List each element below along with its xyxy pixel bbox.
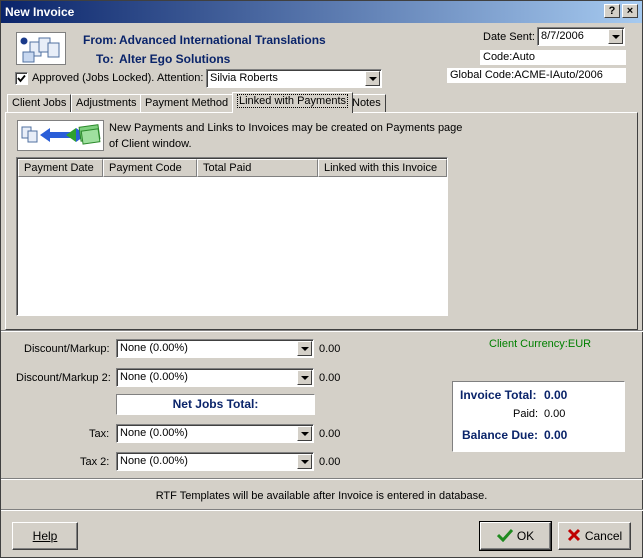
cancel-button-label: Cancel bbox=[584, 529, 623, 543]
close-button[interactable]: × bbox=[622, 4, 638, 18]
tax2-value: None (0.00%) bbox=[120, 455, 188, 467]
attention-select[interactable]: Silvia Roberts bbox=[206, 69, 382, 88]
chevron-down-icon[interactable] bbox=[297, 426, 312, 441]
balance-due-value: 0.00 bbox=[544, 428, 568, 442]
discount2-label: Discount/Markup 2: bbox=[16, 372, 111, 384]
cancel-x-icon bbox=[567, 528, 580, 542]
from-company: Advanced International Translations bbox=[119, 33, 326, 47]
invoice-total-value: 0.00 bbox=[544, 388, 568, 402]
invoice-documents-icon bbox=[16, 32, 66, 65]
ok-check-icon bbox=[496, 528, 513, 543]
divider bbox=[1, 509, 643, 511]
tax-value: None (0.00%) bbox=[120, 427, 188, 439]
help-button[interactable]: Help bbox=[12, 522, 78, 550]
tab-label: Linked with Payments bbox=[237, 94, 348, 108]
approved-checkbox[interactable] bbox=[15, 72, 28, 85]
invoice-window: New Invoice ? × From: Advanced Internati… bbox=[0, 0, 643, 558]
totals-box: Invoice Total: 0.00 Paid: 0.00 Balance D… bbox=[452, 381, 625, 452]
window-title: New Invoice bbox=[5, 5, 75, 19]
checkbox-check-icon bbox=[17, 74, 26, 83]
ok-button-label: OK bbox=[516, 529, 535, 543]
tab-label: Payment Method bbox=[145, 97, 229, 109]
tab-linked-with-payments[interactable]: Linked with Payments bbox=[232, 92, 353, 113]
discount-select[interactable]: None (0.00%) bbox=[116, 339, 314, 358]
paid-label: Paid: bbox=[513, 408, 539, 420]
discount2-amount: 0.00 bbox=[319, 372, 341, 384]
col-payment-code[interactable]: Payment Code bbox=[103, 159, 197, 177]
tab-payment-method[interactable]: Payment Method bbox=[140, 94, 234, 112]
payments-info-line1: New Payments and Links to Invoices may b… bbox=[109, 122, 463, 134]
discount-label: Discount/Markup: bbox=[24, 343, 110, 355]
date-sent-value: 8/7/2006 bbox=[541, 30, 584, 42]
attention-value: Silvia Roberts bbox=[210, 72, 278, 84]
net-jobs-total: Net Jobs Total: bbox=[116, 394, 315, 415]
tab-adjustments[interactable]: Adjustments bbox=[71, 94, 142, 112]
chevron-down-icon[interactable] bbox=[297, 454, 312, 469]
chevron-down-icon[interactable] bbox=[297, 370, 312, 385]
payments-list[interactable]: Payment Date Payment Code Total Paid Lin… bbox=[16, 157, 448, 316]
tax2-amount: 0.00 bbox=[319, 456, 341, 468]
client-currency: Client Currency:EUR bbox=[489, 338, 592, 350]
tab-label: Notes bbox=[352, 97, 381, 109]
col-payment-date[interactable]: Payment Date bbox=[18, 159, 103, 177]
help-title-button[interactable]: ? bbox=[604, 4, 620, 18]
net-jobs-label: Net Jobs Total: bbox=[172, 397, 259, 411]
discount2-select[interactable]: None (0.00%) bbox=[116, 368, 314, 387]
tax-select[interactable]: None (0.00%) bbox=[116, 424, 314, 443]
divider bbox=[1, 478, 643, 480]
col-linked-with-invoice[interactable]: Linked with this Invoice bbox=[318, 159, 447, 177]
from-label: From: bbox=[83, 33, 117, 47]
balance-due-label: Balance Due: bbox=[462, 428, 539, 442]
tax-amount: 0.00 bbox=[319, 428, 341, 440]
approved-label: Approved (Jobs Locked). bbox=[32, 72, 155, 84]
date-sent-label: Date Sent: bbox=[483, 31, 535, 43]
tab-label: Client Jobs bbox=[12, 97, 67, 109]
divider bbox=[1, 330, 643, 332]
rtf-templates-note: RTF Templates will be available after In… bbox=[155, 490, 488, 502]
date-sent-picker[interactable]: 8/7/2006 bbox=[537, 27, 625, 46]
invoice-total-label: Invoice Total: bbox=[460, 388, 537, 402]
discount-amount: 0.00 bbox=[319, 343, 341, 355]
to-label: To: bbox=[96, 52, 114, 66]
cancel-button[interactable]: Cancel bbox=[558, 522, 631, 550]
payment-link-icon bbox=[17, 120, 104, 151]
tax2-select[interactable]: None (0.00%) bbox=[116, 452, 314, 471]
tax-label: Tax: bbox=[89, 428, 110, 440]
discount2-value: None (0.00%) bbox=[120, 371, 188, 383]
help-button-label: Help bbox=[32, 529, 58, 543]
payments-info-line2: of Client window. bbox=[109, 138, 192, 150]
col-total-paid[interactable]: Total Paid bbox=[197, 159, 318, 177]
paid-value: 0.00 bbox=[544, 408, 566, 420]
title-bar[interactable]: New Invoice ? × bbox=[1, 1, 642, 23]
global-code-field[interactable]: Global Code:ACME-IAuto/2006 bbox=[447, 68, 626, 83]
ok-button[interactable]: OK bbox=[479, 521, 552, 551]
chevron-down-icon[interactable] bbox=[608, 29, 623, 44]
chevron-down-icon[interactable] bbox=[365, 71, 380, 86]
attention-label: Attention: bbox=[157, 72, 204, 84]
chevron-down-icon[interactable] bbox=[297, 341, 312, 356]
discount-value: None (0.00%) bbox=[120, 342, 188, 354]
code-field[interactable]: Code:Auto bbox=[480, 50, 626, 65]
tax2-label: Tax 2: bbox=[80, 456, 110, 468]
tab-label: Adjustments bbox=[76, 97, 137, 109]
tab-client-jobs[interactable]: Client Jobs bbox=[7, 94, 72, 112]
to-company: Alter Ego Solutions bbox=[119, 52, 231, 66]
